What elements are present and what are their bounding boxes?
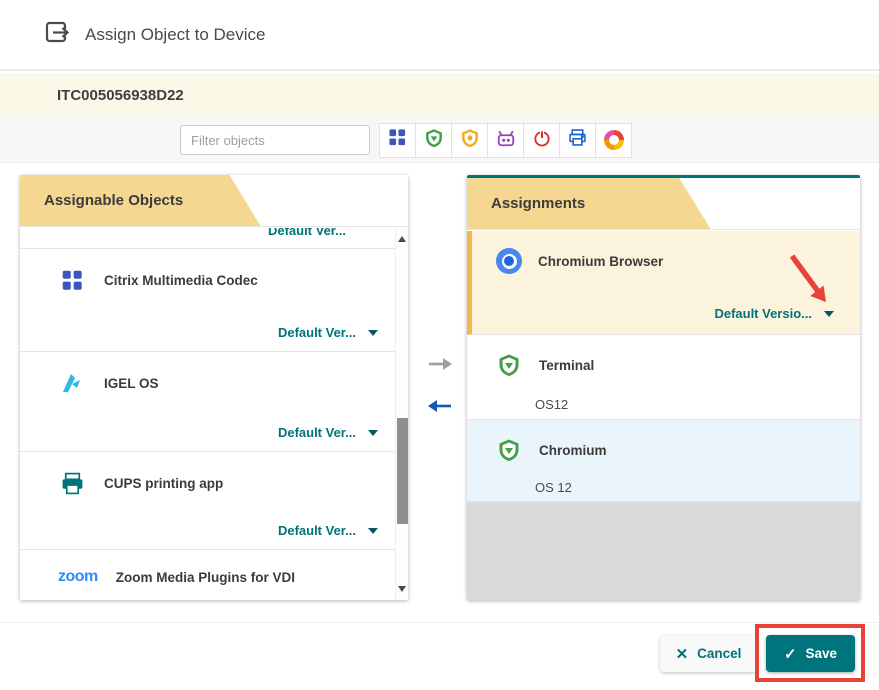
blue-printer-icon [567,127,588,153]
assignments-empty-area [467,502,860,600]
scrollbar-thumb[interactable] [397,418,408,524]
check-icon: ✓ [784,645,797,663]
filter-toolbar [0,118,879,163]
device-name: ITC005056938D22 [57,87,184,104]
dialog-title: Assign Object to Device [85,25,265,45]
chevron-down-icon [368,330,378,336]
apps-grid-icon [388,128,407,152]
igel-os-icon [58,369,86,397]
zoom-logo: zoom [58,568,98,586]
assignments-header: Assignments [467,178,860,230]
list-item-igel-os[interactable]: IGEL OS Default Ver... [20,352,408,452]
footer-divider [0,622,879,623]
version-dropdown[interactable]: Default Ver... [278,325,378,340]
dialog-header: Assign Object to Device [0,0,879,71]
list-item-zoom-media-plugins[interactable]: zoom Zoom Media Plugins for VDI [20,550,408,600]
list-item-cups-printing-app[interactable]: CUPS printing app Default Ver... [20,452,408,550]
red-power-icon [532,128,552,153]
filter-beta-apps-button[interactable] [451,123,488,158]
list-item-clipped[interactable]: Default Ver... [20,228,408,249]
list-item-citrix-multimedia-codec[interactable]: Citrix Multimedia Codec Default Ver... [20,249,408,352]
assignment-os-version: OS 12 [535,480,572,495]
vertical-scrollbar[interactable] [395,228,408,600]
citrix-grid-icon [58,266,86,294]
assignment-label: Terminal [539,358,594,373]
assignable-objects-header: Assignable Objects [20,175,408,227]
object-label: Zoom Media Plugins for VDI [116,570,295,585]
assignments-panel: Assignments Chromium Browser Default Ver… [467,175,860,600]
assignments-title: Assignments [467,178,860,229]
object-label: Citrix Multimedia Codec [104,273,258,288]
version-dropdown[interactable]: Default Versio... [714,306,834,321]
object-label: IGEL OS [104,376,159,391]
assignable-objects-title: Assignable Objects [20,175,408,226]
assignments-list: Chromium Browser Default Versio... [467,231,860,600]
assignment-os-version: OS12 [535,397,568,412]
object-label: CUPS printing app [104,476,223,491]
filter-themes-button[interactable] [595,123,632,158]
green-shield-icon [495,351,523,379]
assign-right-arrow-button[interactable] [426,356,454,377]
version-dropdown[interactable]: Default Ver... [278,425,378,440]
unassign-left-arrow-button[interactable] [426,398,454,419]
chevron-down-icon [824,311,834,317]
cups-printer-icon [58,469,86,497]
close-icon: ✕ [676,645,689,663]
filter-apps-grid-button[interactable] [379,123,416,158]
chromium-browser-icon [496,248,522,274]
assign-object-dialog: Assign Object to Device ITC005056938D22 [0,0,879,690]
assignable-objects-panel: Assignable Objects Default Ver... [20,175,408,600]
cancel-button[interactable]: ✕ Cancel [660,635,757,672]
scroll-down-icon[interactable] [398,586,406,592]
assignment-item-chromium-browser[interactable]: Chromium Browser Default Versio... [467,231,860,335]
assignable-objects-list: Default Ver... Citrix Multimedia Codec [20,228,408,600]
version-dropdown[interactable]: Default Ver... [268,228,346,238]
orange-shield-icon [460,127,480,154]
assign-object-icon [44,19,71,51]
green-shield-icon [495,436,523,464]
filter-validated-apps-button[interactable] [415,123,452,158]
filter-printer-button[interactable] [559,123,596,158]
filter-power-settings-button[interactable] [523,123,560,158]
assignment-item-terminal[interactable]: Terminal OS12 [467,335,860,420]
version-dropdown[interactable]: Default Ver... [278,523,378,538]
chevron-down-icon [368,430,378,436]
assignment-label: Chromium Browser [538,254,663,269]
scroll-up-icon[interactable] [398,236,406,242]
purple-robot-icon [495,128,517,153]
color-wheel-icon [604,130,624,150]
device-name-bar: ITC005056938D22 [0,73,879,118]
green-shield-icon [424,127,444,154]
filter-custom-apps-button[interactable] [487,123,524,158]
save-button[interactable]: ✓ Save [766,635,855,672]
assignment-label: Chromium [539,443,607,458]
chevron-down-icon [368,528,378,534]
filter-objects-input[interactable] [180,125,370,155]
assignment-item-chromium[interactable]: Chromium OS 12 [467,420,860,502]
object-type-filter-group [380,123,632,158]
